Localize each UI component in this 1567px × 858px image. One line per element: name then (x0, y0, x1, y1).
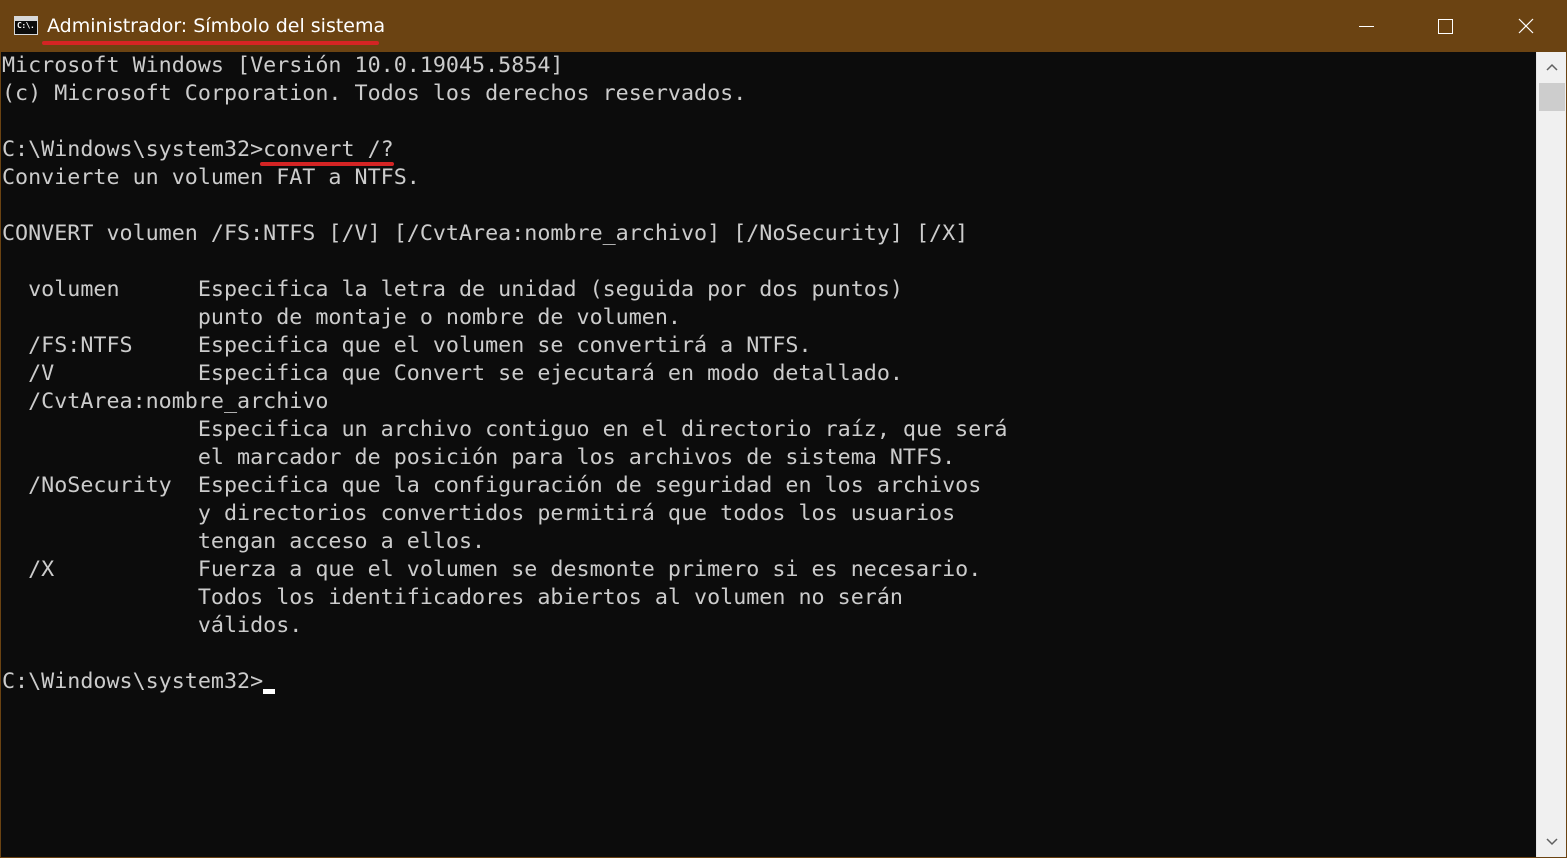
console-command-line: C:\Windows\system32>convert /? (2, 137, 394, 162)
close-icon (1518, 18, 1534, 34)
command-highlight-underline (260, 162, 394, 166)
console-line: válidos. (2, 613, 303, 638)
scroll-up-button[interactable] (1537, 52, 1566, 83)
console-line: /V Especifica que Convert se ejecutará e… (2, 361, 903, 386)
window-title: Administrador: Símbolo del sistema (47, 15, 386, 37)
console-line: y directorios convertidos permitirá que … (2, 501, 956, 526)
cmd-icon[interactable]: C:\. (14, 16, 38, 35)
scroll-down-button[interactable] (1537, 826, 1566, 857)
scroll-thumb[interactable] (1539, 83, 1565, 111)
console-line: el marcador de posición para los archivo… (2, 445, 956, 470)
vertical-scrollbar[interactable] (1536, 52, 1566, 857)
console-line: /FS:NTFS Especifica que el volumen se co… (2, 333, 812, 358)
console-line: punto de montaje o nombre de volumen. (2, 305, 681, 330)
console-line: tengan acceso a ellos. (2, 529, 486, 554)
close-button[interactable] (1486, 0, 1566, 52)
console-line: volumen Especifica la letra de unidad (s… (2, 277, 903, 302)
console-line: Microsoft Windows [Versión 10.0.19045.58… (2, 53, 564, 78)
title-bar[interactable]: C:\. Administrador: Símbolo del sistema (1, 0, 1566, 52)
minimize-button[interactable] (1326, 0, 1406, 52)
console-line: /CvtArea:nombre_archivo (2, 389, 329, 414)
cmd-icon-glyph: C:\. (17, 21, 35, 30)
minimize-icon (1359, 26, 1374, 27)
console-syntax-line: CONVERT volumen /FS:NTFS [/V] [/CvtArea:… (2, 221, 969, 246)
maximize-icon (1438, 19, 1453, 34)
console-output[interactable]: Microsoft Windows [Versión 10.0.19045.58… (2, 52, 1536, 857)
command-prompt-window: C:\. Administrador: Símbolo del sistema … (0, 0, 1567, 858)
title-highlight-underline (42, 41, 379, 45)
maximize-button[interactable] (1406, 0, 1486, 52)
console-line: Todos los identificadores abiertos al vo… (2, 585, 903, 610)
text-cursor (263, 689, 275, 694)
console-line: Convierte un volumen FAT a NTFS. (2, 165, 420, 190)
console-line: /X Fuerza a que el volumen se desmonte p… (2, 557, 982, 582)
console-line: /NoSecurity Especifica que la configurac… (2, 473, 982, 498)
console-line: (c) Microsoft Corporation. Todos los der… (2, 81, 747, 106)
scroll-up-arrow-icon (1546, 63, 1558, 71)
console-prompt-line: C:\Windows\system32> (2, 669, 264, 694)
console-line: Especifica un archivo contiguo en el dir… (2, 417, 1008, 442)
scroll-down-arrow-icon (1546, 838, 1558, 846)
